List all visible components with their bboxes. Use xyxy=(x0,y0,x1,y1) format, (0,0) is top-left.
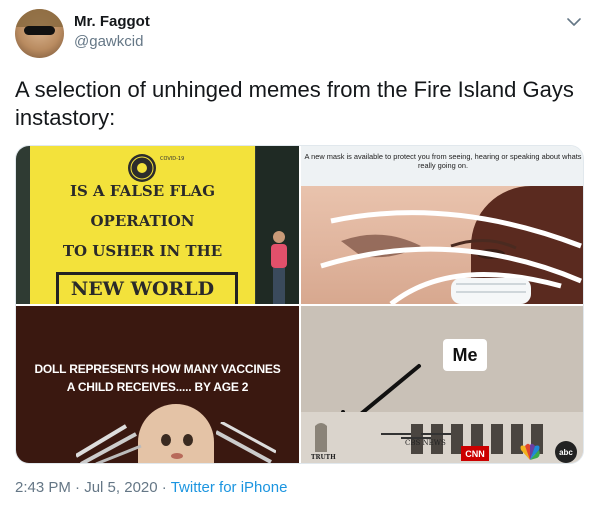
sign-line-4: NEW WORLD xyxy=(70,278,215,300)
cnn-logo: CNN xyxy=(461,446,489,461)
syringes-illustration xyxy=(76,424,142,463)
firing-squad-illustration xyxy=(315,423,543,454)
tweet: Mr. Faggot @gawkcid A selection of unhin… xyxy=(0,0,599,513)
abc-logo: abc xyxy=(555,441,577,463)
yellow-sign: COVID-19 IS A FALSE FLAG OPERATION TO US… xyxy=(30,146,255,304)
avatar-mask xyxy=(24,26,55,35)
mask-caption: A new mask is available to protect you f… xyxy=(304,152,582,170)
masks-illustration xyxy=(320,210,582,304)
user-handle[interactable]: @gawkcid xyxy=(74,33,143,50)
sign-line-2: OPERATION xyxy=(90,212,195,230)
tweet-date[interactable]: Jul 5, 2020 xyxy=(84,479,157,496)
syringes-illustration-right xyxy=(216,422,276,463)
tweet-metadata: 2:43 PM · Jul 5, 2020 · Twitter for iPho… xyxy=(15,479,287,496)
tweet-source-link[interactable]: Twitter for iPhone xyxy=(171,479,288,496)
sign-line-1: IS A FALSE FLAG xyxy=(69,182,216,200)
media-image-2[interactable]: A new mask is available to protect you f… xyxy=(301,146,583,304)
seal-text: COVID-19 xyxy=(160,156,185,162)
meta-separator: · xyxy=(75,479,81,496)
tweet-text: A selection of unhinged memes from the F… xyxy=(15,77,574,130)
media-grid: COVID-19 IS A FALSE FLAG OPERATION TO US… xyxy=(15,145,584,464)
avatar[interactable] xyxy=(15,9,64,58)
bystander xyxy=(266,229,292,304)
chevron-down-icon[interactable] xyxy=(565,13,583,31)
truth-label: TRUTH xyxy=(311,454,336,461)
user-display-name[interactable]: Mr. Faggot xyxy=(74,13,150,30)
nbc-peacock-icon xyxy=(519,442,541,462)
meme-line-1: DOLL REPRESENTS HOW MANY VACCINES xyxy=(34,362,281,376)
cbs-news-logo: CBS NEWS xyxy=(405,439,446,447)
meta-separator: · xyxy=(161,479,167,496)
avatar-hair xyxy=(15,9,64,27)
media-image-3[interactable]: DOLL REPRESENTS HOW MANY VACCINES A CHIL… xyxy=(16,306,299,463)
seal-icon xyxy=(128,154,156,182)
media-image-1[interactable]: COVID-19 IS A FALSE FLAG OPERATION TO US… xyxy=(16,146,299,304)
sign-line-3: TO USHER IN THE xyxy=(62,242,223,260)
tweet-time[interactable]: 2:43 PM xyxy=(15,479,71,496)
meme-line-2: A CHILD RECEIVES..... BY AGE 2 xyxy=(66,380,249,394)
doll xyxy=(138,404,214,463)
media-image-4[interactable]: Me TRUTH CBS NEWS CNN abc xyxy=(301,306,583,463)
